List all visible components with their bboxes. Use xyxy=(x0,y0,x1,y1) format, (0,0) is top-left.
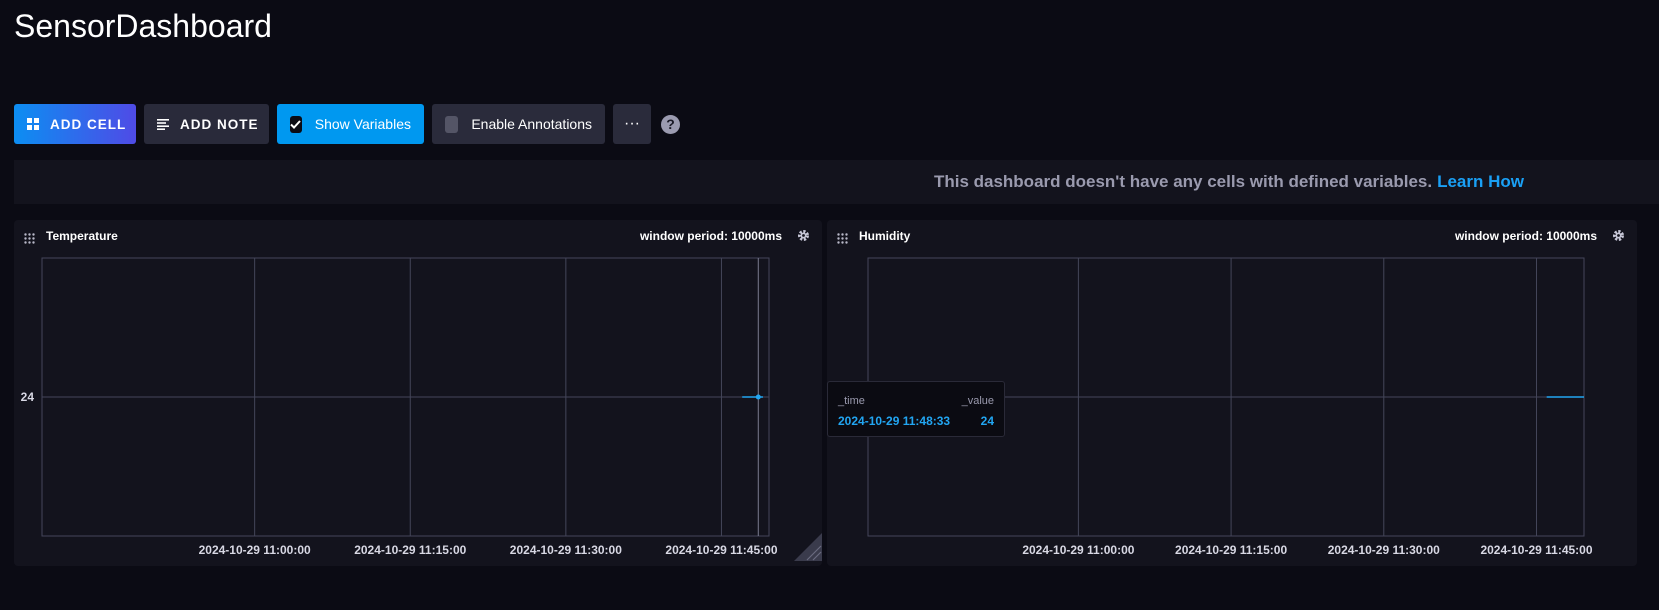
dashboard-toolbar: ADD CELL ADD NOTE Show Variables Enable … xyxy=(14,104,680,144)
add-cell-button[interactable]: ADD CELL xyxy=(14,104,136,144)
drag-handle-icon[interactable] xyxy=(24,231,35,249)
hover-point xyxy=(755,394,761,400)
x-tick-label: 2024-10-29 11:45:00 xyxy=(1480,543,1592,557)
hover-tooltip: _time _value 2024-10-29 11:48:33 24 xyxy=(827,381,1005,437)
show-variables-toggle[interactable]: Show Variables xyxy=(277,104,424,144)
gear-icon[interactable] xyxy=(797,229,810,247)
add-cell-label: ADD CELL xyxy=(50,116,127,132)
tooltip-time-value: 2024-10-29 11:48:33 xyxy=(838,414,951,428)
enable-annotations-label: Enable Annotations xyxy=(471,116,592,132)
learn-how-link[interactable]: Learn How xyxy=(1437,172,1524,192)
show-variables-label: Show Variables xyxy=(314,116,411,132)
add-note-button[interactable]: ADD NOTE xyxy=(144,104,269,144)
checkbox-checked-icon xyxy=(290,115,302,133)
tooltip-value: 24 xyxy=(980,414,994,428)
y-tick-label: 24 xyxy=(21,390,35,404)
x-tick-label: 2024-10-29 11:15:00 xyxy=(354,543,466,557)
resize-handle-icon[interactable] xyxy=(794,533,822,566)
enable-annotations-toggle[interactable]: Enable Annotations xyxy=(432,104,605,144)
add-note-label: ADD NOTE xyxy=(180,116,259,132)
page-title: SensorDashboard xyxy=(14,8,272,44)
window-period: window period: 10000ms xyxy=(1454,229,1597,243)
variables-message: This dashboard doesn't have any cells wi… xyxy=(933,172,1433,191)
tooltip-time-header: _time xyxy=(838,395,865,407)
x-tick-label: 2024-10-29 11:15:00 xyxy=(1175,543,1287,557)
checkbox-unchecked-icon xyxy=(445,115,459,133)
temperature-chart[interactable]: 24 2024-10-29 11:00:00 2024-10-29 11:15:00… xyxy=(14,220,822,566)
gear-icon[interactable] xyxy=(1612,229,1625,247)
cell-temperature: 24 2024-10-29 11:00:00 2024-10-29 11:15:00… xyxy=(14,220,822,566)
variables-bar: This dashboard doesn't have any cells wi… xyxy=(14,160,1659,204)
tooltip-value-header: _value xyxy=(961,395,994,407)
window-period: window period: 10000ms xyxy=(639,229,782,243)
ellipsis-icon: ··· xyxy=(624,115,640,132)
drag-handle-icon[interactable] xyxy=(837,231,848,249)
more-options-button[interactable]: ··· xyxy=(613,104,651,144)
x-tick-label: 2024-10-29 11:30:00 xyxy=(510,543,622,557)
help-icon[interactable]: ? xyxy=(661,114,680,134)
cell-title: Temperature xyxy=(46,229,118,243)
text-lines-icon xyxy=(157,118,169,130)
x-tick-label: 2024-10-29 11:00:00 xyxy=(199,543,311,557)
grid-icon xyxy=(27,118,39,130)
x-tick-label: 2024-10-29 11:45:00 xyxy=(665,543,777,557)
cell-title: Humidity xyxy=(859,229,911,243)
x-tick-label: 2024-10-29 11:30:00 xyxy=(1328,543,1440,557)
x-tick-label: 2024-10-29 11:00:00 xyxy=(1022,543,1134,557)
